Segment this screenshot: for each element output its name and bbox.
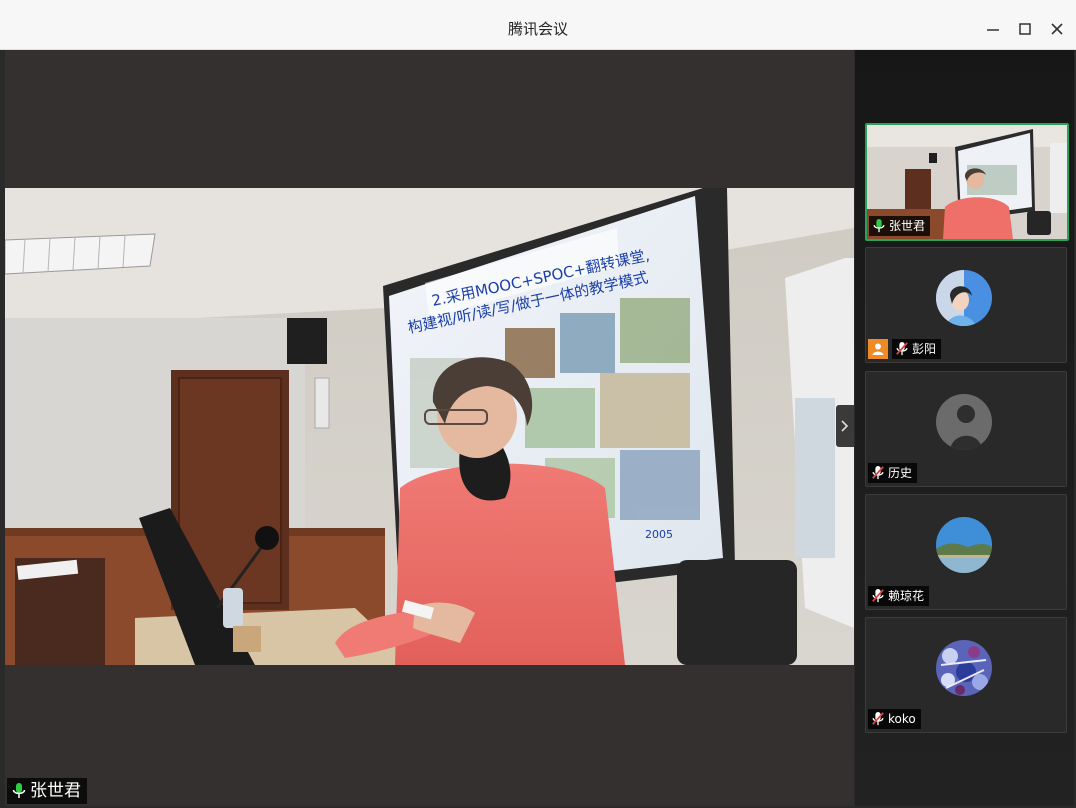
participant-label: 赖琼花 [868, 586, 930, 606]
avatar [936, 517, 992, 573]
avatar-image [936, 517, 992, 573]
chevron-right-icon [841, 420, 849, 432]
participant-name: 彭阳 [912, 342, 937, 356]
title-bar: 腾讯会议 [0, 0, 1076, 50]
participant-tile-zhangshijun[interactable]: 张世君 [865, 123, 1069, 241]
participant-label: 彭阳 [892, 339, 942, 359]
person-icon [872, 343, 884, 355]
avatar [936, 640, 992, 696]
mic-muted-icon [872, 712, 884, 726]
participant-name: koko [888, 712, 916, 726]
avatar [936, 270, 992, 326]
host-badge [868, 339, 888, 359]
main-speaker-name: 张世君 [30, 781, 81, 801]
participant-tile-pengyang[interactable]: 彭阳 [865, 247, 1067, 363]
mic-on-icon [873, 219, 885, 233]
classroom-scene: 2.采用MOOC+SPOC+翻转课堂, 构建视/听/读/写/做于一体的教学模式 … [5, 188, 854, 665]
maximize-button[interactable] [1012, 16, 1038, 42]
avatar-image [936, 640, 992, 696]
participant-tile-lishi[interactable]: 历史 [865, 371, 1067, 487]
participant-label: 张世君 [869, 216, 931, 236]
close-icon [1051, 23, 1063, 35]
mic-muted-icon [872, 466, 884, 480]
main-video-area: 2.采用MOOC+SPOC+翻转课堂, 构建视/听/读/写/做于一体的教学模式 … [5, 50, 854, 806]
minimize-icon [987, 29, 999, 31]
close-button[interactable] [1044, 16, 1070, 42]
participant-label: 历史 [868, 463, 918, 483]
mic-muted-icon [872, 589, 884, 603]
maximize-icon [1019, 23, 1031, 35]
participant-name: 历史 [888, 466, 913, 480]
participant-name: 赖琼花 [888, 589, 925, 603]
main-speaker-label: 张世君 [7, 778, 87, 804]
participant-tile-laiqionghua[interactable]: 赖琼花 [865, 494, 1067, 610]
sidebar-toggle-button[interactable] [836, 405, 854, 447]
participant-label: koko [868, 709, 921, 729]
participant-tile-koko[interactable]: koko [865, 617, 1067, 733]
mic-muted-icon [896, 342, 908, 356]
minimize-button[interactable] [980, 16, 1006, 42]
mic-on-icon [12, 783, 26, 798]
participant-sidebar: 张世君 彭阳 历史 赖琼花 koko [855, 50, 1074, 806]
participant-name: 张世君 [889, 219, 926, 233]
avatar-image [936, 394, 992, 450]
slide-footer-year: 2005 [645, 528, 673, 541]
avatar-image [936, 270, 992, 326]
speaker-video: 2.采用MOOC+SPOC+翻转课堂, 构建视/听/读/写/做于一体的教学模式 … [5, 188, 854, 665]
window-title: 腾讯会议 [507, 20, 568, 38]
avatar [936, 394, 992, 450]
